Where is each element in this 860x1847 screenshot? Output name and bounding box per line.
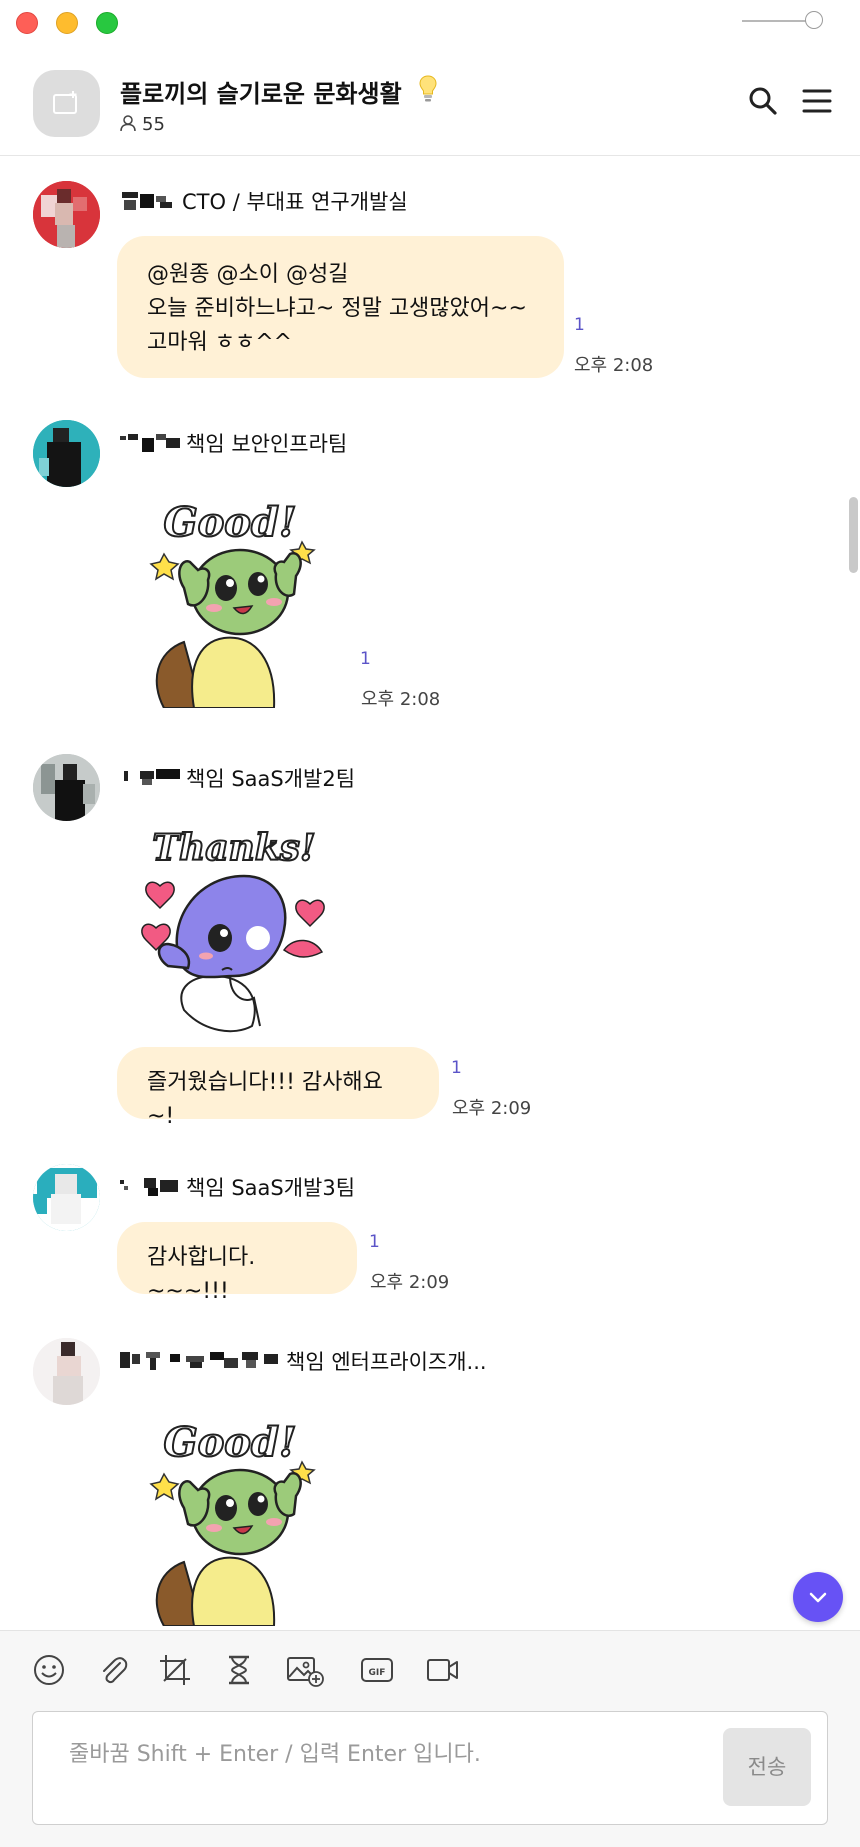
chat-header: 플로끼의 슬기로운 문화생활 55 <box>0 44 860 156</box>
avatar[interactable] <box>33 181 100 248</box>
avatar-photo <box>33 754 100 821</box>
redacted-name <box>120 434 180 452</box>
sender-name[interactable]: 책임 보안인프라팀 <box>120 428 347 458</box>
message-text: 즐거웠습니다!!! 감사해요~! <box>147 1070 383 1129</box>
redacted-name <box>124 769 180 785</box>
zoom-window-button[interactable] <box>96 12 118 34</box>
unread-count: 1 <box>451 1058 462 1078</box>
video-icon[interactable] <box>426 1653 460 1687</box>
avatar-photo <box>33 181 100 248</box>
message-bubble[interactable]: 즐거웠습니다!!! 감사해요~! <box>117 1047 439 1129</box>
avatar[interactable] <box>33 754 100 821</box>
room-title: 플로끼의 슬기로운 문화생활 <box>120 80 402 108</box>
member-count[interactable]: 55 <box>120 114 165 135</box>
menu-icon[interactable] <box>802 88 832 114</box>
sender-name[interactable]: 책임 SaaS개발3팀 <box>120 1172 355 1202</box>
sender-title: 책임 엔터프라이즈개... <box>286 1350 487 1374</box>
sender-name[interactable]: 책임 엔터프라이즈개... <box>120 1346 487 1376</box>
room-avatar[interactable] <box>33 70 100 137</box>
redacted-name <box>122 192 172 210</box>
svg-text:GIF: GIF <box>369 1668 386 1678</box>
message-bubble[interactable]: 감사합니다. ~~~!!! <box>117 1222 357 1304</box>
window-titlebar <box>0 0 860 44</box>
message-text: 감사합니다. ~~~!!! <box>147 1245 256 1304</box>
message-line: @원종 @소이 @성길 <box>147 262 349 287</box>
sticker-caption: Good! <box>163 1419 296 1466</box>
person-icon <box>120 115 136 132</box>
sticker-good-turtle[interactable]: Good! <box>146 1412 326 1626</box>
image-add-icon[interactable] <box>286 1653 326 1687</box>
avatar[interactable] <box>33 420 100 487</box>
message-input-placeholder: 줄바꿈 Shift + Enter / 입력 Enter 입니다. <box>69 1742 481 1767</box>
redacted-name <box>120 1178 178 1196</box>
sender-title: 책임 SaaS개발3팀 <box>186 1176 356 1200</box>
message-bubble[interactable]: @원종 @소이 @성길 오늘 준비하느냐고~ 정말 고생많았어~~ 고마워 ㅎㅎ… <box>117 236 564 378</box>
avatar-photo <box>33 420 100 487</box>
search-icon[interactable] <box>748 86 778 116</box>
message-line: 오늘 준비하느냐고~ 정말 고생많았어~~ <box>147 296 527 321</box>
message-input[interactable]: 줄바꿈 Shift + Enter / 입력 Enter 입니다. 전송 <box>32 1711 828 1825</box>
close-window-button[interactable] <box>16 12 38 34</box>
avatar[interactable] <box>33 1338 100 1405</box>
message-time: 오후 2:08 <box>574 355 654 376</box>
avatar-photo <box>33 1164 100 1231</box>
unread-count: 1 <box>574 315 585 335</box>
sticker-caption: Good! <box>163 499 296 546</box>
send-button[interactable]: 전송 <box>723 1728 811 1806</box>
chevron-down-icon <box>809 1592 827 1603</box>
room-image-icon <box>53 91 77 114</box>
message-time: 오후 2:08 <box>361 689 441 710</box>
crop-icon[interactable] <box>158 1653 192 1687</box>
timer-icon[interactable] <box>222 1653 256 1687</box>
lightbulb-icon <box>419 75 437 102</box>
message-composer: GIF 줄바꿈 Shift + Enter / 입력 Enter 입니다. 전송 <box>0 1630 860 1847</box>
member-count-value: 55 <box>142 114 165 135</box>
avatar[interactable] <box>33 1164 100 1231</box>
sticker-good-turtle[interactable]: Good! <box>146 492 326 708</box>
opacity-slider-handle[interactable] <box>805 11 823 29</box>
message-time: 오후 2:09 <box>452 1098 532 1119</box>
message-time: 오후 2:09 <box>370 1272 450 1293</box>
sender-name[interactable]: 책임 SaaS개발2팀 <box>120 763 355 793</box>
redacted-name <box>120 1352 278 1370</box>
scroll-to-bottom-button[interactable] <box>793 1572 843 1622</box>
unread-count: 1 <box>360 649 371 669</box>
sender-title: 책임 SaaS개발2팀 <box>186 767 356 791</box>
gif-icon[interactable]: GIF <box>360 1653 394 1687</box>
sticker-caption: Thanks! <box>152 827 315 869</box>
attach-icon[interactable] <box>96 1653 130 1687</box>
emoji-icon[interactable] <box>32 1653 66 1687</box>
message-line: 고마워 ㅎㅎ^^ <box>147 330 293 355</box>
sender-title: 책임 보안인프라팀 <box>186 432 348 456</box>
avatar-photo <box>33 1338 100 1405</box>
sticker-thanks-dolphin[interactable]: Thanks! <box>134 826 344 1036</box>
chat-scrollbar[interactable] <box>849 497 858 573</box>
minimize-window-button[interactable] <box>56 12 78 34</box>
sender-title: CTO / 부대표 연구개발실 <box>182 190 408 214</box>
unread-count: 1 <box>369 1232 380 1252</box>
sender-name[interactable]: CTO / 부대표 연구개발실 <box>120 186 408 216</box>
